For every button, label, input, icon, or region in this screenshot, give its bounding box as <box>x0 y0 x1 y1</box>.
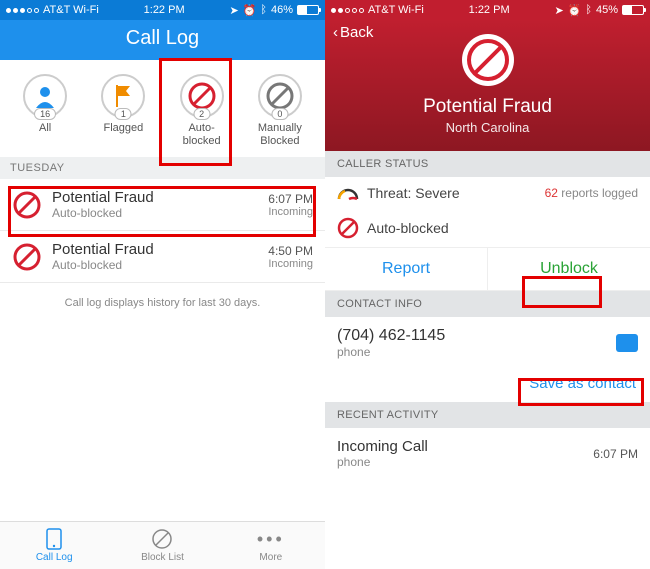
back-button[interactable]: ‹Back <box>333 24 373 41</box>
filter-bar: 16 All 1 Flagged 2 Auto- blocked 0 Manua… <box>0 60 325 157</box>
phone-number: (704) 462-1145 <box>337 327 616 345</box>
tab-call-log[interactable]: Call Log <box>0 522 108 569</box>
reports-count: 62 reports logged <box>545 186 638 200</box>
tab-block-list[interactable]: Block List <box>108 522 216 569</box>
hero: ‹Back Potential Fraud North Carolina <box>325 20 650 151</box>
call-row[interactable]: Potential Fraud Auto-blocked 4:50 PM Inc… <box>0 231 325 283</box>
blocked-icon <box>12 190 42 220</box>
location-icon: ➤ <box>554 4 563 17</box>
filter-all[interactable]: 16 All <box>10 74 80 147</box>
page-title: Call Log <box>0 20 325 60</box>
alarm-icon: ⏰ <box>243 4 257 17</box>
message-icon[interactable] <box>616 334 638 352</box>
history-note: Call log displays history for last 30 da… <box>0 283 325 323</box>
status-bar: AT&T Wi-Fi 1:22 PM ➤ ⏰ ᛒ 45% <box>325 0 650 20</box>
person-icon <box>33 84 57 108</box>
caller-name: Potential Fraud <box>325 96 650 118</box>
activity-row[interactable]: Incoming Call phone 6:07 PM <box>325 428 650 479</box>
section-recent-activity: RECENT ACTIVITY <box>325 402 650 428</box>
filter-manual-blocked[interactable]: 0 Manually Blocked <box>245 74 315 147</box>
clock: 1:22 PM <box>144 4 185 16</box>
battery-pct: 45% <box>596 4 618 16</box>
filter-auto-blocked[interactable]: 2 Auto- blocked <box>167 74 237 147</box>
bluetooth-icon: ᛒ <box>260 4 267 16</box>
blocked-icon <box>460 32 516 88</box>
blocked-icon <box>12 242 42 272</box>
filter-flagged[interactable]: 1 Flagged <box>88 74 158 147</box>
alarm-icon: ⏰ <box>568 4 582 17</box>
flag-icon <box>113 85 133 107</box>
location-icon: ➤ <box>229 4 238 17</box>
threat-row: Threat: Severe 62 reports logged <box>325 177 650 209</box>
call-row[interactable]: Potential Fraud Auto-blocked 6:07 PM Inc… <box>0 179 325 231</box>
chevron-left-icon: ‹ <box>333 24 338 41</box>
more-icon: ••• <box>257 529 285 550</box>
blocked-row: Auto-blocked <box>325 209 650 247</box>
carrier-label: AT&T Wi-Fi <box>368 4 424 16</box>
caller-detail-screen: AT&T Wi-Fi 1:22 PM ➤ ⏰ ᛒ 45% ‹Back Poten… <box>325 0 650 569</box>
carrier-label: AT&T Wi-Fi <box>43 4 99 16</box>
phone-row[interactable]: (704) 462-1145 phone <box>325 317 650 369</box>
caller-location: North Carolina <box>325 120 650 135</box>
tab-bar: Call Log Block List ••• More <box>0 521 325 569</box>
phone-icon <box>46 528 62 550</box>
call-log-screen: AT&T Wi-Fi 1:22 PM ➤ ⏰ ᛒ 46% Call Log 16… <box>0 0 325 569</box>
section-caller-status: CALLER STATUS <box>325 151 650 177</box>
battery-icon <box>622 5 644 15</box>
battery-icon <box>297 5 319 15</box>
blocked-icon <box>187 81 217 111</box>
status-bar: AT&T Wi-Fi 1:22 PM ➤ ⏰ ᛒ 46% <box>0 0 325 20</box>
save-contact-button[interactable]: Save as contact <box>325 369 650 402</box>
gauge-icon <box>337 185 359 201</box>
bluetooth-icon: ᛒ <box>585 4 592 16</box>
blocked-gray-icon <box>151 528 173 550</box>
section-header-day: TUESDAY <box>0 157 325 179</box>
section-contact-info: CONTACT INFO <box>325 291 650 317</box>
report-button[interactable]: Report <box>325 247 488 291</box>
battery-pct: 46% <box>271 4 293 16</box>
unblock-button[interactable]: Unblock <box>488 247 650 291</box>
blocked-icon <box>337 217 359 239</box>
blocked-gray-icon <box>265 81 295 111</box>
tab-more[interactable]: ••• More <box>217 522 325 569</box>
clock: 1:22 PM <box>469 4 510 16</box>
